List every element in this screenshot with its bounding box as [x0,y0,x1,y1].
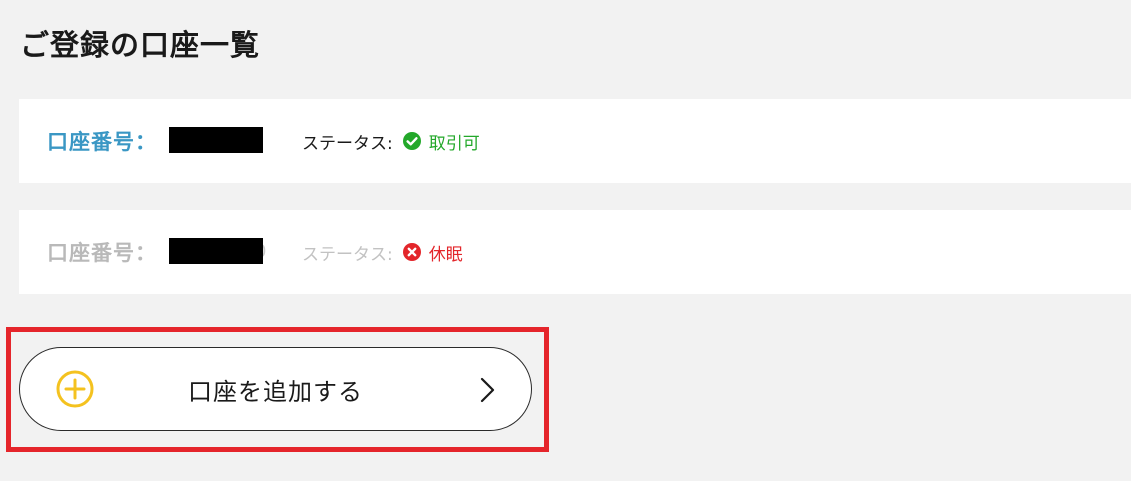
status-text-tradable: 取引可 [428,133,480,154]
account-number-label: 口座番号： [47,130,157,154]
account-number-label: 口座番号： [47,241,157,265]
add-account-label: 口座を追加する [188,377,363,406]
redaction-block [169,127,263,153]
page-title: ご登録の口座一覧 [20,28,261,62]
chevron-right-icon [478,376,498,404]
status-text-dormant: 休眠 [428,244,463,265]
account-number-value: 0 [169,236,269,268]
redaction-block [169,238,263,264]
account-number-value: 7 [169,125,269,157]
account-card-dormant[interactable]: 口座番号： 0 ステータス: 休眠 [19,210,1131,294]
status-label: ステータス: [302,133,393,154]
status-label: ステータス: [302,244,393,265]
account-card-active[interactable]: 口座番号： 7 ステータス: 取引可 [19,99,1131,183]
x-circle-icon [402,243,421,261]
check-circle-icon [402,132,421,150]
add-account-button[interactable]: 口座を追加する [19,347,532,431]
